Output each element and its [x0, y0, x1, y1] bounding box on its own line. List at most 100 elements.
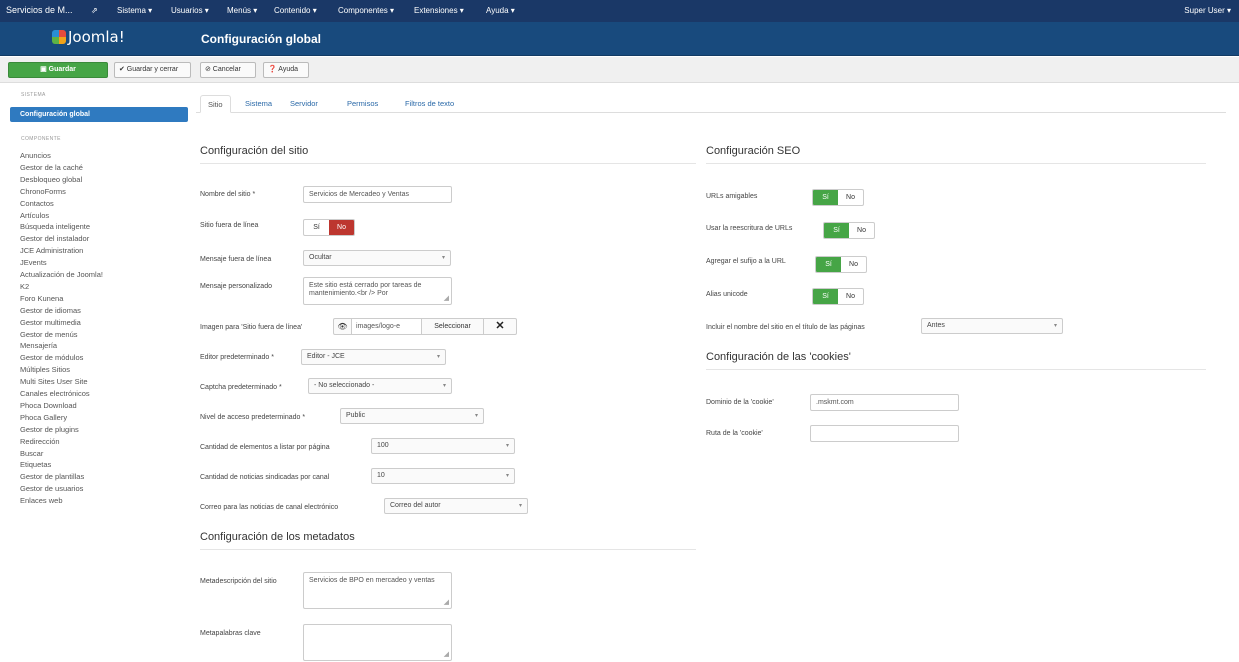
- external-link-icon[interactable]: ⇗: [91, 6, 98, 15]
- tab-servidor[interactable]: Servidor: [283, 95, 325, 113]
- tab-sitio[interactable]: Sitio: [200, 95, 231, 113]
- chevron-down-icon: ▾: [436, 354, 440, 360]
- save-button[interactable]: ▣ Guardar: [8, 62, 108, 78]
- meta-description-textarea[interactable]: Servicios de BPO en mercadeo y ventas ◢: [303, 572, 452, 609]
- save-icon: ▣: [40, 66, 49, 73]
- help-button[interactable]: ❓ Ayuda: [263, 62, 309, 78]
- unicode-alias-label: Alias unicode: [706, 291, 748, 298]
- offline-message-select[interactable]: Ocultar ▾: [303, 250, 451, 266]
- editor-label: Editor predeterminado *: [200, 354, 274, 361]
- cookie-domain-input[interactable]: .mskmt.com: [810, 394, 959, 411]
- unicode-alias-yes[interactable]: Sí: [813, 289, 838, 304]
- offline-yes-option[interactable]: Sí: [304, 220, 329, 235]
- resize-grip-icon[interactable]: ◢: [444, 599, 449, 607]
- captcha-select[interactable]: - No seleccionado - ▾: [308, 378, 452, 394]
- sidebar-heading-system: SISTEMA: [21, 92, 46, 98]
- clear-icon[interactable]: ✕: [484, 319, 516, 334]
- sidebar-item[interactable]: Gestor de usuarios: [20, 484, 83, 493]
- sidebar-item[interactable]: Canales electrónicos: [20, 389, 90, 398]
- tab-filtros[interactable]: Filtros de texto: [398, 95, 461, 113]
- menu-menus[interactable]: Menús ▾: [227, 6, 257, 15]
- url-rewrite-no[interactable]: No: [849, 223, 874, 238]
- access-select[interactable]: Public ▾: [340, 408, 484, 424]
- save-close-button[interactable]: ✔ Guardar y cerrar: [114, 62, 191, 78]
- sidebar-item[interactable]: Buscar: [20, 449, 43, 458]
- feed-email-label: Correo para las noticias de canal electr…: [200, 504, 339, 511]
- sidebar-item[interactable]: Etiquetas: [20, 460, 51, 469]
- url-rewrite-toggle[interactable]: Sí No: [823, 222, 875, 239]
- sidebar-item[interactable]: Enlaces web: [20, 496, 63, 505]
- sidebar-item[interactable]: Phoca Download: [20, 401, 77, 410]
- sidebar-item[interactable]: Gestor del instalador: [20, 234, 89, 243]
- sidebar-item[interactable]: Gestor de idiomas: [20, 306, 81, 315]
- sidebar-item[interactable]: Gestor de plugins: [20, 425, 79, 434]
- menu-sistema[interactable]: Sistema ▾: [117, 6, 152, 15]
- eye-icon[interactable]: 👁: [334, 319, 352, 334]
- url-suffix-yes[interactable]: Sí: [816, 257, 841, 272]
- sidebar-item[interactable]: Multi Sites User Site: [20, 377, 88, 386]
- sidebar-item[interactable]: Gestor de plantillas: [20, 472, 84, 481]
- sidebar-item[interactable]: Actualización de Joomla!: [20, 270, 103, 279]
- offline-toggle[interactable]: Sí No: [303, 219, 355, 236]
- list-limit-select[interactable]: 100 ▾: [371, 438, 515, 454]
- joomla-logo[interactable]: Joomla!: [52, 28, 125, 46]
- user-menu[interactable]: Super User ▾: [1184, 6, 1231, 15]
- sidebar-item[interactable]: Desbloqueo global: [20, 175, 82, 184]
- url-suffix-toggle[interactable]: Sí No: [815, 256, 867, 273]
- menu-ayuda[interactable]: Ayuda ▾: [486, 6, 515, 15]
- toolbar: ▣ Guardar ✔ Guardar y cerrar ⊘ Cancelar …: [0, 57, 1239, 83]
- sidebar-item[interactable]: Anuncios: [20, 151, 51, 160]
- sidebar-item[interactable]: Múltiples Sitios: [20, 365, 70, 374]
- sidebar-item[interactable]: K2: [20, 282, 29, 291]
- sidebar-item[interactable]: Mensajería: [20, 341, 57, 350]
- site-name-link[interactable]: Servicios de M...: [6, 5, 73, 15]
- cookie-path-input[interactable]: [810, 425, 959, 442]
- select-image-button[interactable]: Seleccionar: [422, 319, 484, 334]
- menu-contenido[interactable]: Contenido ▾: [274, 6, 317, 15]
- friendly-urls-yes[interactable]: Sí: [813, 190, 838, 205]
- sidebar-item[interactable]: Gestor de la caché: [20, 163, 83, 172]
- menu-usuarios[interactable]: Usuarios ▾: [171, 6, 209, 15]
- sitename-pagetitles-select[interactable]: Antes ▾: [921, 318, 1063, 334]
- sidebar-item[interactable]: Foro Kunena: [20, 294, 63, 303]
- sidebar-item-global-config[interactable]: Configuración global: [10, 107, 188, 122]
- captcha-label: Captcha predeterminado *: [200, 384, 282, 391]
- chevron-down-icon: ▾: [505, 473, 509, 479]
- resize-grip-icon[interactable]: ◢: [444, 295, 449, 303]
- url-rewrite-yes[interactable]: Sí: [824, 223, 849, 238]
- feed-limit-select[interactable]: 10 ▾: [371, 468, 515, 484]
- unicode-alias-toggle[interactable]: Sí No: [812, 288, 864, 305]
- sidebar-item[interactable]: Gestor multimedia: [20, 318, 81, 327]
- sidebar-item[interactable]: JEvents: [20, 258, 47, 267]
- tab-sistema[interactable]: Sistema: [238, 95, 279, 113]
- unicode-alias-no[interactable]: No: [838, 289, 863, 304]
- sidebar-item[interactable]: Artículos: [20, 211, 49, 220]
- resize-grip-icon[interactable]: ◢: [444, 651, 449, 659]
- offline-no-option[interactable]: No: [329, 220, 354, 235]
- sidebar-item[interactable]: Gestor de menús: [20, 330, 78, 339]
- tab-permisos[interactable]: Permisos: [340, 95, 385, 113]
- custom-message-textarea[interactable]: Este sitio está cerrado por tareas de ma…: [303, 277, 452, 305]
- menu-extensiones[interactable]: Extensiones ▾: [414, 6, 464, 15]
- sidebar-item[interactable]: Redirección: [20, 437, 60, 446]
- url-suffix-no[interactable]: No: [841, 257, 866, 272]
- cancel-button[interactable]: ⊘ Cancelar: [200, 62, 256, 78]
- offline-image-path[interactable]: images/logo-e: [352, 319, 422, 334]
- sidebar-item[interactable]: Gestor de módulos: [20, 353, 83, 362]
- friendly-urls-no[interactable]: No: [838, 190, 863, 205]
- sidebar-item[interactable]: Contactos: [20, 199, 54, 208]
- sidebar-item[interactable]: ChronoForms: [20, 187, 66, 196]
- sidebar-item[interactable]: Phoca Gallery: [20, 413, 67, 422]
- sidebar-item[interactable]: Búsqueda inteligente: [20, 222, 90, 231]
- friendly-urls-toggle[interactable]: Sí No: [812, 189, 864, 206]
- editor-select[interactable]: Editor - JCE ▾: [301, 349, 446, 365]
- sidebar-item[interactable]: JCE Administration: [20, 246, 83, 255]
- meta-keywords-textarea[interactable]: ◢: [303, 624, 452, 661]
- feed-email-select[interactable]: Correo del autor ▾: [384, 498, 528, 514]
- chevron-down-icon: ▾: [442, 383, 446, 389]
- menu-componentes[interactable]: Componentes ▾: [338, 6, 394, 15]
- site-name-input[interactable]: Servicios de Mercadeo y Ventas: [303, 186, 452, 203]
- cookie-path-label: Ruta de la 'cookie': [706, 430, 763, 437]
- url-suffix-label: Agregar el sufijo a la URL: [706, 258, 786, 265]
- chevron-down-icon: ▾: [474, 413, 478, 419]
